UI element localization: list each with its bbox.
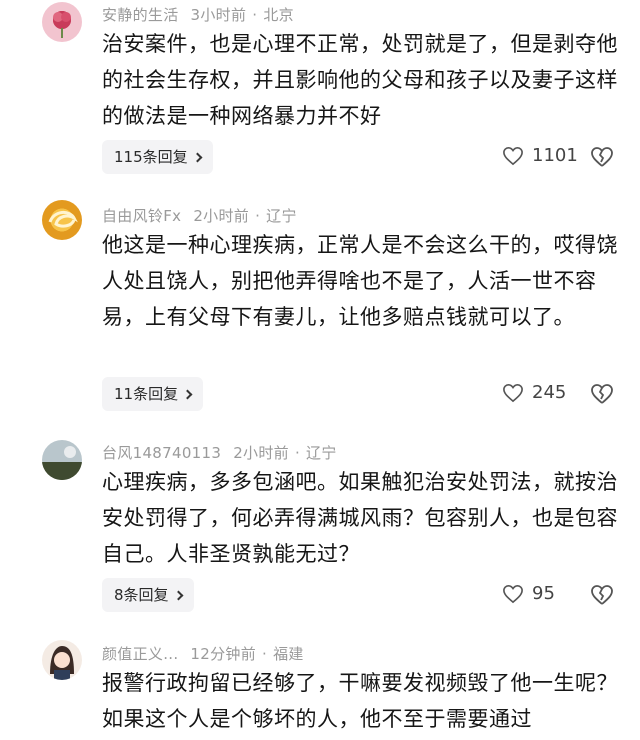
username[interactable]: 自由风铃Fx [102, 207, 181, 225]
chevron-right-icon [182, 389, 193, 400]
heart-icon [503, 146, 523, 165]
replies-label: 8条回复 [114, 586, 169, 604]
comment-meta: 安静的生活 3小时前 · 北京 [102, 6, 294, 24]
broken-heart-icon[interactable] [590, 583, 614, 607]
replies-button[interactable]: 115条回复 [102, 140, 213, 174]
location: 福建 [273, 645, 304, 663]
replies-label: 11条回复 [114, 385, 179, 403]
like-count: 245 [532, 382, 567, 403]
username[interactable]: 安静的生活 [102, 6, 179, 24]
comment-text: 心理疾病，多多包涵吧。如果触犯治安处罚法，就按治安处罚得了，何必弄得满城风雨？包… [102, 470, 618, 566]
pink-flower-avatar[interactable] [42, 2, 82, 42]
location: 辽宁 [266, 207, 297, 225]
broken-heart-icon[interactable] [590, 145, 614, 169]
comment-meta: 自由风铃Fx 2小时前 · 辽宁 [102, 207, 297, 225]
timestamp: 3小时前 [190, 6, 247, 24]
comment-text: 他这是一种心理疾病，正常人是不会这么干的，哎得饶人处且饶人，别把他弄得啥也不是了… [102, 233, 618, 329]
location: 辽宁 [306, 444, 337, 462]
heart-icon [503, 584, 523, 603]
cartoon-girl-avatar[interactable] [42, 640, 82, 680]
like-button[interactable]: 95 [502, 583, 555, 604]
comment-meta: 颜值正义... 12分钟前 · 福建 [102, 645, 304, 663]
replies-label: 115条回复 [114, 148, 188, 166]
timestamp: 12分钟前 [190, 645, 256, 663]
comment-meta: 台风148740113 2小时前 · 辽宁 [102, 444, 337, 462]
timestamp: 2小时前 [193, 207, 250, 225]
heart-icon [503, 383, 523, 402]
broken-heart-icon[interactable] [590, 382, 614, 406]
timestamp: 2小时前 [233, 444, 289, 462]
username[interactable]: 台风148740113 [102, 444, 221, 462]
like-button[interactable]: 1101 [502, 145, 578, 166]
chevron-right-icon [192, 152, 203, 163]
comment-text: 治安案件，也是心理不正常，处罚就是了，但是剥夺他的社会生存权，并且影响他的父母和… [102, 32, 618, 128]
username[interactable]: 颜值正义... [102, 645, 178, 663]
landscape-photo-avatar[interactable] [42, 440, 82, 480]
chevron-right-icon [173, 590, 183, 601]
like-button[interactable]: 245 [502, 382, 566, 403]
replies-button[interactable]: 11条回复 [102, 377, 204, 411]
golden-swirl-avatar[interactable] [42, 200, 82, 240]
like-count: 1101 [532, 145, 578, 166]
comment-text: 报警行政拘留已经够了，干嘛要发视频毁了他一生呢？如果这个人是个够坏的人，他不至于… [102, 671, 618, 731]
replies-button[interactable]: 8条回复 [102, 578, 194, 612]
like-count: 95 [532, 583, 555, 604]
location: 北京 [263, 6, 294, 24]
